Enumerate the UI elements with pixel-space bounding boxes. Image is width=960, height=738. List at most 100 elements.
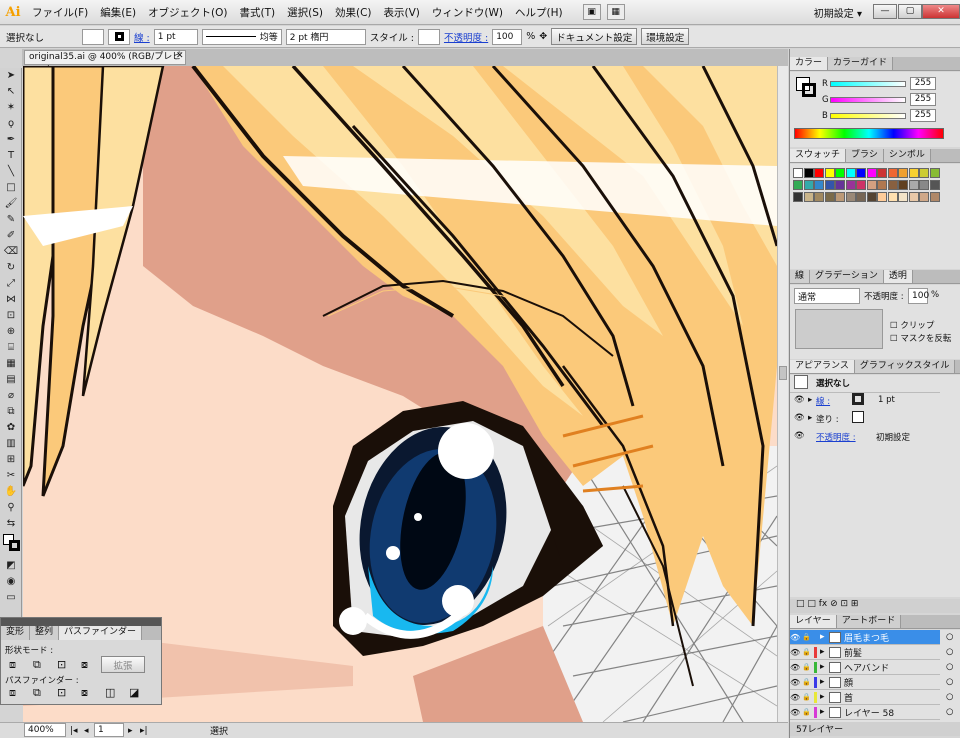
- layer-row[interactable]: 👁 🔒 ▸ 前髪: [790, 645, 940, 660]
- rectangle-tool-icon[interactable]: □: [1, 180, 21, 196]
- r-value[interactable]: 255: [910, 77, 936, 90]
- blend-tool-icon[interactable]: ⧉: [1, 404, 21, 420]
- next-artboard-icon[interactable]: ▸: [128, 726, 133, 736]
- layer-target-icon[interactable]: ○: [946, 647, 953, 657]
- expand-layer-icon[interactable]: ▸: [820, 632, 829, 642]
- menu-item[interactable]: 選択(S): [281, 5, 329, 20]
- panel-tab[interactable]: スウォッチ: [790, 149, 847, 162]
- minus-front-icon[interactable]: ⧉: [33, 658, 41, 672]
- swatch-chip[interactable]: [866, 168, 877, 178]
- swap-fill-stroke-icon[interactable]: ⇆: [1, 516, 21, 532]
- free-transform-tool-icon[interactable]: ⊡: [1, 308, 21, 324]
- slice-tool-icon[interactable]: ✂: [1, 468, 21, 484]
- blend-mode-dropdown[interactable]: 通常: [794, 288, 860, 304]
- scale-tool-icon[interactable]: ⤢: [1, 276, 21, 292]
- width-tool-icon[interactable]: ⋈: [1, 292, 21, 308]
- swatch-chip[interactable]: [814, 168, 824, 178]
- document-settings-button[interactable]: ドキュメント設定: [551, 28, 638, 45]
- panel-tab[interactable]: グラデーション: [810, 270, 884, 283]
- swatch-chip[interactable]: [887, 168, 898, 178]
- style-dropdown[interactable]: [417, 28, 440, 45]
- swatch-chip[interactable]: [929, 168, 940, 178]
- expand-layer-icon[interactable]: ▸: [820, 692, 829, 702]
- selection-tool-icon[interactable]: ➤: [1, 68, 21, 84]
- panel-tab[interactable]: アピアランス: [790, 360, 855, 373]
- swatch-chip[interactable]: [814, 180, 824, 190]
- lock-icon[interactable]: 🔒: [802, 708, 814, 716]
- swatch-chip[interactable]: [845, 192, 856, 202]
- expand-layer-icon[interactable]: ▸: [820, 707, 829, 717]
- vertical-scrollbar[interactable]: [777, 66, 788, 722]
- eye-icon[interactable]: 👁: [790, 708, 802, 717]
- expand-layer-icon[interactable]: ▸: [820, 662, 829, 672]
- panel-tab[interactable]: パスファインダー: [59, 626, 143, 640]
- rotate-tool-icon[interactable]: ↻: [1, 260, 21, 276]
- stroke-weight-field[interactable]: 1 pt: [153, 28, 198, 45]
- swatch-chip[interactable]: [908, 192, 919, 202]
- eye-icon[interactable]: 👁: [790, 633, 802, 642]
- swatch-chip[interactable]: [877, 192, 887, 202]
- swatch-chip[interactable]: [793, 192, 803, 202]
- unite-icon[interactable]: ⧈: [9, 658, 16, 672]
- swatch-chip[interactable]: [866, 192, 877, 202]
- minus-back-icon[interactable]: ◪: [129, 686, 139, 699]
- swatch-chip[interactable]: [835, 168, 845, 178]
- panel-tab[interactable]: レイヤー: [790, 615, 837, 628]
- opacity-visibility-icon[interactable]: 👁: [794, 431, 805, 441]
- arrange-documents-icon[interactable]: ▦: [606, 4, 625, 20]
- maximize-icon[interactable]: ▢: [898, 4, 922, 19]
- menu-item[interactable]: 効果(C): [329, 5, 378, 20]
- fill-expand-icon[interactable]: ▸: [808, 413, 812, 423]
- swatch-chip[interactable]: [835, 180, 845, 190]
- swatch-chip[interactable]: [877, 168, 887, 178]
- swatch-chip[interactable]: [803, 168, 814, 178]
- g-value[interactable]: 255: [910, 93, 936, 106]
- menu-item[interactable]: オブジェクト(O): [142, 5, 233, 20]
- swatch-chip[interactable]: [824, 180, 835, 190]
- expand-layer-icon[interactable]: ▸: [820, 677, 829, 687]
- workspace-switcher[interactable]: 初期設定 ▾: [814, 5, 862, 20]
- swatch-chip[interactable]: [856, 180, 866, 190]
- type-tool-icon[interactable]: T: [1, 148, 21, 164]
- variable-width-profile[interactable]: 均等: [201, 28, 282, 45]
- appearance-fill-swatch[interactable]: [852, 411, 864, 423]
- layer-row[interactable]: 👁 🔒 ▸ レイヤー 58: [790, 705, 940, 720]
- clip-checkbox[interactable]: ☐ クリップ: [890, 319, 934, 331]
- exclude-icon[interactable]: ⧇: [81, 658, 88, 672]
- zoom-field[interactable]: 400%: [24, 723, 66, 737]
- layer-target-icon[interactable]: ○: [946, 662, 953, 672]
- eye-icon[interactable]: 👁: [790, 678, 802, 687]
- brush-definition[interactable]: 2 pt 楕円: [285, 28, 366, 45]
- swatch-chip[interactable]: [835, 192, 845, 202]
- swatch-chip[interactable]: [908, 180, 919, 190]
- lock-icon[interactable]: 🔒: [802, 633, 814, 641]
- lock-icon[interactable]: 🔒: [802, 648, 814, 656]
- panel-tab[interactable]: ブラシ: [846, 149, 884, 162]
- menu-item[interactable]: 書式(T): [234, 5, 282, 20]
- panel-tab[interactable]: カラー: [790, 57, 829, 70]
- bridge-icon[interactable]: ▣: [582, 4, 601, 20]
- layer-row[interactable]: 👁 🔒 ▸ 眉毛まつ毛: [790, 630, 940, 645]
- menu-item[interactable]: 編集(E): [94, 5, 142, 20]
- panel-tab[interactable]: アートボード: [836, 615, 902, 628]
- panel-tab[interactable]: 線: [790, 270, 811, 283]
- crop-icon[interactable]: ⧇: [81, 686, 88, 700]
- lock-icon[interactable]: 🔒: [802, 693, 814, 701]
- first-artboard-icon[interactable]: |◂: [70, 726, 78, 736]
- symbol-sprayer-tool-icon[interactable]: ✿: [1, 420, 21, 436]
- layer-row[interactable]: 👁 🔒 ▸ 首: [790, 690, 940, 705]
- close-icon[interactable]: ✕: [922, 4, 960, 19]
- menu-item[interactable]: 表示(V): [378, 5, 426, 20]
- eyedropper-tool-icon[interactable]: ⌀: [1, 388, 21, 404]
- stroke-color-box[interactable]: [802, 83, 816, 97]
- swatch-chip[interactable]: [845, 168, 856, 178]
- expand-layer-icon[interactable]: ▸: [820, 647, 829, 657]
- merge-icon[interactable]: ⊡: [57, 686, 66, 699]
- close-tab-icon[interactable]: ✕: [176, 51, 184, 61]
- outline-icon[interactable]: ◫: [105, 686, 115, 699]
- preferences-button[interactable]: 環境設定: [641, 28, 690, 45]
- drawing-mode-icon[interactable]: ◉: [1, 574, 21, 590]
- magic-wand-tool-icon[interactable]: ✶: [1, 100, 21, 116]
- lasso-tool-icon[interactable]: ϙ: [1, 116, 21, 132]
- swatch-chip[interactable]: [793, 168, 803, 178]
